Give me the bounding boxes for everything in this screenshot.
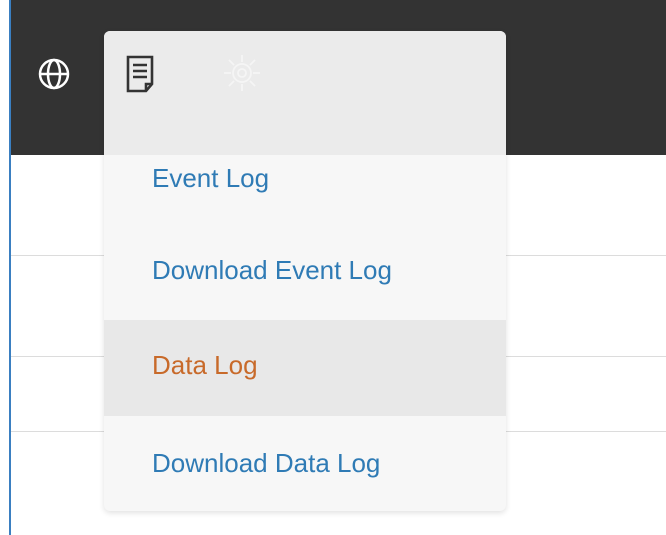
log-icon[interactable] bbox=[126, 54, 156, 94]
menu-item-event-log[interactable]: Event Log bbox=[104, 155, 506, 251]
log-dropdown-menu: Event Log Download Event Log Data Log Do… bbox=[104, 31, 506, 511]
left-border bbox=[9, 0, 11, 535]
menu-item-label: Event Log bbox=[152, 163, 270, 193]
dropdown-header bbox=[104, 31, 506, 155]
menu-item-label: Download Event Log bbox=[152, 255, 392, 285]
menu-item-download-data-log[interactable]: Download Data Log bbox=[104, 416, 506, 511]
gear-icon[interactable] bbox=[222, 53, 262, 93]
menu-item-data-log[interactable]: Data Log bbox=[104, 320, 506, 416]
menu-item-label: Download Data Log bbox=[152, 448, 381, 478]
app-frame: Event Log Download Event Log Data Log Do… bbox=[0, 0, 666, 535]
globe-icon[interactable] bbox=[37, 57, 71, 91]
menu-item-label: Data Log bbox=[152, 350, 258, 380]
